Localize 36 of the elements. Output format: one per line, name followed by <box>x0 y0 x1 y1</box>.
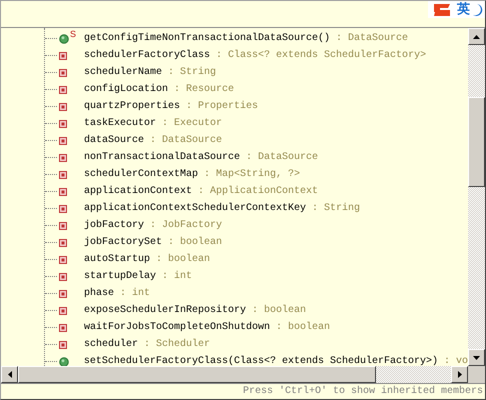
member-label[interactable]: jobFactory : JobFactory <box>84 220 222 231</box>
language-indicator[interactable]: 英 <box>457 2 470 18</box>
member-label[interactable]: nonTransactionalDataSource : DataSource <box>84 152 318 163</box>
scroll-down-button[interactable] <box>468 349 485 366</box>
scroll-right-button[interactable] <box>451 366 468 383</box>
member-label[interactable]: configLocation : Resource <box>84 84 234 95</box>
member-label[interactable]: autoStartup : boolean <box>84 254 210 265</box>
caret-down-icon <box>473 356 480 360</box>
member-label[interactable]: applicationContext : ApplicationContext <box>84 186 318 197</box>
status-text: Press 'Ctrl+O' to show inherited members <box>242 386 483 397</box>
scrollbar-thumb[interactable] <box>468 97 485 187</box>
member-label[interactable]: dataSource : DataSource <box>84 135 222 146</box>
member-label[interactable]: applicationContextSchedulerContextKey : String <box>84 203 360 214</box>
scroll-left-button[interactable] <box>1 366 18 383</box>
member-label[interactable]: quartzProperties : Properties <box>84 101 258 112</box>
member-label[interactable]: getConfigTimeNonTransactionalDataSource() : DataSource <box>84 33 408 44</box>
member-label[interactable]: waitForJobsToCompleteOnShutdown : boolean <box>84 322 330 333</box>
caret-up-icon <box>473 34 480 38</box>
moon-icon[interactable] <box>473 3 483 17</box>
member-label[interactable]: setSchedulerFactoryClass(Class<? extends SchedulerFactory>) : vo <box>84 356 468 366</box>
scrollbar-thumb[interactable] <box>18 366 376 383</box>
member-label[interactable]: schedulerFactoryClass : Class<? extends SchedulerFactory> <box>84 50 426 61</box>
horizontal-scrollbar[interactable] <box>1 366 485 383</box>
caret-right-icon <box>458 371 462 378</box>
scrollbar-corner <box>468 366 485 383</box>
scroll-up-button[interactable] <box>468 28 485 45</box>
static-marker: S <box>70 30 76 39</box>
member-label[interactable]: schedulerName : String <box>84 67 216 78</box>
member-label[interactable]: phase : int <box>84 288 150 299</box>
member-label[interactable]: jobFactorySet : boolean <box>84 237 222 248</box>
member-label[interactable]: taskExecutor : Executor <box>84 118 222 129</box>
member-label[interactable]: scheduler : Scheduler <box>84 339 210 350</box>
member-label[interactable]: schedulerContextMap : Map<String, ?> <box>84 169 300 180</box>
caret-left-icon <box>8 371 12 378</box>
member-label[interactable]: exposeSchedulerInRepository : boolean <box>84 305 306 316</box>
member-label[interactable]: startupDelay : int <box>84 271 192 282</box>
